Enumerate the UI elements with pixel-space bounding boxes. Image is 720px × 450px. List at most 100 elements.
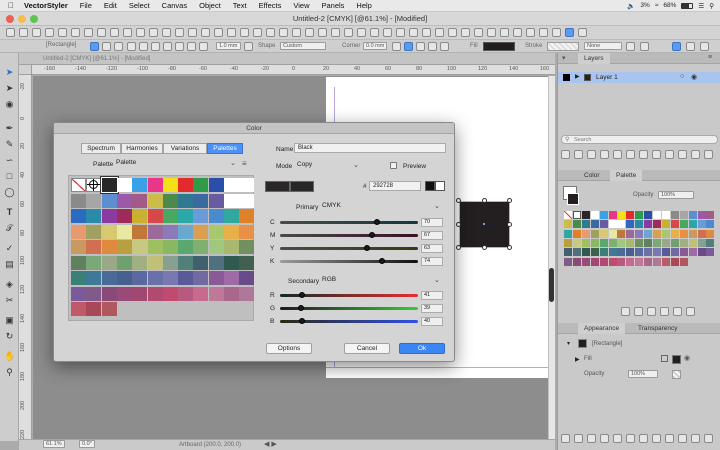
palette-swatch[interactable] [178, 193, 194, 208]
palette-swatch[interactable] [147, 271, 163, 285]
palette-swatch[interactable] [116, 255, 132, 270]
battery-icon[interactable] [681, 2, 694, 9]
palette-swatch[interactable] [147, 178, 163, 192]
panel-swatch[interactable] [564, 238, 572, 247]
palette-swatch[interactable] [101, 224, 117, 239]
channel-slider-knob[interactable] [298, 318, 305, 324]
panel-swatch[interactable] [626, 211, 635, 219]
stroke-cap-icon[interactable] [163, 42, 172, 51]
fill-row-expand-icon[interactable]: ▶ [575, 356, 580, 363]
palette-swatch[interactable] [162, 209, 178, 223]
selection-tool-icon[interactable]: ➤ [4, 67, 15, 78]
panel-swatch[interactable] [679, 257, 688, 266]
document-tab[interactable]: Untitled-2 [CMYK] [@61.1%] - [Modified] [19, 53, 555, 65]
panel-swatch[interactable] [670, 229, 679, 238]
palette-swatch[interactable] [86, 286, 102, 301]
palette-swatch[interactable] [132, 193, 148, 208]
palette-swatch[interactable] [116, 240, 132, 254]
panel-swatch[interactable] [564, 257, 572, 266]
align-left-icon[interactable] [97, 28, 106, 37]
panel-swatch[interactable] [617, 257, 626, 266]
panel-swatch[interactable] [608, 220, 617, 229]
panel-swatch[interactable] [679, 248, 688, 257]
palette-swatch[interactable] [193, 255, 209, 270]
palette-swatch[interactable] [71, 302, 86, 316]
panel-swatch[interactable] [608, 248, 617, 257]
settings-icon[interactable] [474, 28, 483, 37]
fill-indicator-swatch[interactable] [425, 181, 435, 191]
stroke-style-icon[interactable] [199, 42, 208, 51]
panel-swatch[interactable] [653, 229, 661, 238]
group-icon[interactable] [136, 28, 145, 37]
channel-value-field[interactable]: 67 [421, 231, 443, 240]
snap-icon[interactable] [305, 28, 314, 37]
secondary-chevron-down-icon[interactable]: ⌄ [434, 276, 440, 284]
panel-swatch[interactable] [599, 211, 608, 219]
panel-swatch[interactable] [617, 248, 626, 257]
palette-swatch[interactable] [208, 209, 224, 223]
layers-search-input[interactable]: ⚲ Search [561, 135, 718, 144]
panel-swatch[interactable] [644, 248, 653, 257]
palette-menu-icon[interactable]: ≡ [242, 159, 247, 168]
redo-icon[interactable] [58, 28, 67, 37]
palette-swatch[interactable] [132, 240, 148, 254]
apple-menu-icon[interactable]:  [0, 1, 18, 10]
pencil-tool-icon[interactable]: ✎ [4, 139, 15, 150]
palette-swatch[interactable] [208, 271, 224, 285]
palette-swatch[interactable] [71, 240, 86, 254]
corner-style-c-icon[interactable] [416, 42, 425, 51]
panel-swatch[interactable] [661, 220, 670, 229]
handle-top-left[interactable] [456, 198, 461, 203]
transform-icon[interactable] [114, 42, 123, 51]
align-center-icon[interactable] [110, 28, 119, 37]
palette-swatch[interactable] [147, 224, 163, 239]
panel-swatch[interactable] [617, 229, 626, 238]
channel-slider-track[interactable] [280, 247, 418, 250]
channel-value-field[interactable]: 74 [421, 257, 443, 266]
layer-filter-icon[interactable] [678, 150, 687, 159]
panel-swatch[interactable] [697, 220, 706, 229]
tab-appearance[interactable]: Appearance [578, 323, 626, 334]
palette-swatch[interactable] [101, 302, 117, 316]
palette-swatch[interactable] [178, 255, 194, 270]
panel-swatch[interactable] [688, 211, 697, 219]
duplicate-item-icon[interactable] [613, 434, 622, 443]
handle-top[interactable] [482, 198, 487, 203]
panel-swatch[interactable] [626, 238, 635, 247]
palette-swatch[interactable] [224, 193, 239, 208]
panel-swatch[interactable] [644, 220, 653, 229]
palette-swatch[interactable] [224, 255, 239, 270]
zoom-field[interactable]: 61.1% [43, 440, 65, 448]
union-icon[interactable] [162, 28, 171, 37]
rotation-field[interactable]: 0.0° [79, 440, 95, 448]
select-tool-toggle-icon[interactable] [90, 42, 99, 51]
panel-swatch[interactable] [653, 211, 661, 219]
tab-spectrum[interactable]: Spectrum [81, 143, 121, 154]
channel-slider-track[interactable] [280, 234, 418, 237]
swatch-import-icon[interactable] [660, 307, 669, 316]
stroke-swatch[interactable] [547, 42, 579, 51]
text-path-tool-icon[interactable]: 𝒯 [4, 223, 15, 234]
layer-settings-icon[interactable] [691, 150, 700, 159]
palette-swatch[interactable] [116, 178, 132, 192]
palette-swatch[interactable] [132, 178, 148, 192]
lock-layer-icon[interactable]: ○ [680, 73, 684, 80]
horizontal-ruler[interactable]: -160 -140 -120 -100 -80 -60 -40 -20 0 20 40 60 80 100… [32, 65, 555, 75]
layers-panel-icon[interactable] [526, 28, 535, 37]
palette-swatch[interactable] [193, 178, 209, 192]
channel-slider-knob[interactable] [298, 305, 305, 311]
channel-slider-knob[interactable] [373, 219, 380, 225]
tab-layers[interactable]: Layers [578, 53, 610, 64]
panel-swatch[interactable] [626, 229, 635, 238]
flip-horizontal-icon[interactable] [214, 28, 223, 37]
panel-swatch[interactable] [590, 248, 599, 257]
palette-select[interactable]: Palette [116, 158, 236, 168]
menu-text[interactable]: Text [227, 1, 253, 10]
layer-row[interactable]: ▶ Layer 1 ○ ◉ [558, 72, 720, 83]
panel-swatch[interactable] [661, 248, 670, 257]
eyedropper-tool-icon[interactable]: ✓ [4, 243, 15, 254]
rotate-tool-icon[interactable]: ↻ [4, 331, 15, 342]
palette-swatch[interactable] [162, 224, 178, 239]
save-document-icon[interactable] [32, 28, 41, 37]
palette-swatch[interactable] [132, 286, 148, 301]
